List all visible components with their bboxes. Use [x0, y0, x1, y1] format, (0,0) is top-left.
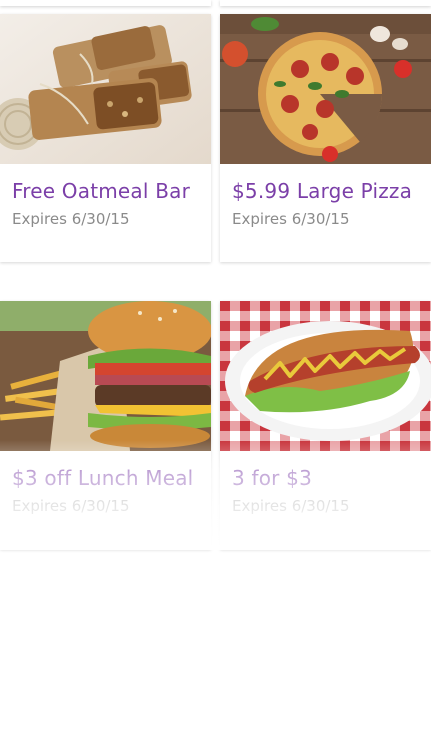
hot-dog-photo — [220, 301, 431, 451]
previous-offer-card-left[interactable] — [0, 0, 211, 6]
offer-expiry: Expires 6/30/15 — [232, 497, 350, 515]
pizza-photo — [220, 14, 431, 164]
offer-expiry: Expires 6/30/15 — [232, 210, 350, 228]
oatmeal-bar-photo — [0, 14, 211, 164]
offer-title: $5.99 Large Pizza — [232, 179, 413, 203]
offer-card[interactable]: 3 for $3 Expires 6/30/15 — [220, 301, 431, 549]
offer-expiry: Expires 6/30/15 — [12, 210, 130, 228]
burger-fries-photo — [0, 301, 211, 451]
offer-title: $3 off Lunch Meal — [12, 466, 194, 490]
offer-card[interactable]: $5.99 Large Pizza Expires 6/30/15 — [220, 14, 431, 262]
offer-expiry: Expires 6/30/15 — [12, 497, 130, 515]
previous-offer-card-right[interactable] — [220, 0, 431, 6]
offers-screen: Free Oatmeal Bar Expires 6/30/15 $5.99 L… — [0, 0, 431, 734]
offer-title: Free Oatmeal Bar — [12, 179, 190, 203]
offer-card[interactable]: $3 off Lunch Meal Expires 6/30/15 — [0, 301, 211, 549]
offer-card[interactable]: Free Oatmeal Bar Expires 6/30/15 — [0, 14, 211, 262]
offer-title: 3 for $3 — [232, 466, 312, 490]
